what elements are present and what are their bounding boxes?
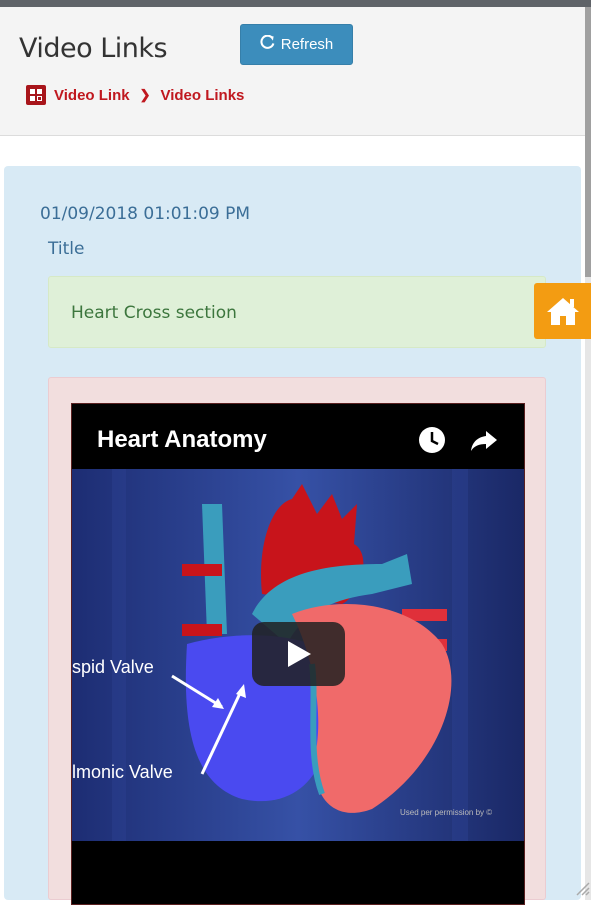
breadcrumb-item-video-links[interactable]: Video Links [160, 87, 244, 104]
breadcrumb-separator: ❯ [139, 87, 151, 102]
page-header: Video Links Refresh Video Link ❯ Video L… [0, 7, 585, 136]
share-icon[interactable] [470, 426, 498, 454]
resize-grip-icon[interactable] [574, 880, 590, 896]
video-player[interactable]: Heart Anatomy spid Valve lmonic Valve Us… [71, 403, 525, 905]
clock-icon[interactable] [418, 426, 446, 454]
home-icon [546, 298, 579, 325]
play-button[interactable] [252, 622, 345, 686]
video-credit: Used per permission by © [400, 808, 493, 817]
video-header-icons [418, 426, 498, 454]
breadcrumb: Video Link ❯ Video Links [26, 85, 244, 105]
video-label-valve-2: lmonic Valve [72, 762, 173, 782]
refresh-button-label: Refresh [280, 36, 334, 53]
title-value: Heart Cross section [71, 303, 237, 323]
home-button[interactable] [534, 283, 591, 339]
page-scrollbar[interactable] [585, 7, 591, 900]
refresh-button[interactable]: Refresh [240, 24, 353, 65]
video-embed-box: Heart Anatomy spid Valve lmonic Valve Us… [48, 377, 546, 905]
title-value-box: Heart Cross section [48, 276, 546, 348]
play-icon [287, 641, 311, 667]
refresh-icon [260, 34, 275, 54]
entry-timestamp: 01/09/2018 01:01:09 PM [40, 204, 251, 224]
scrollbar-thumb[interactable] [585, 7, 591, 277]
page-title: Video Links [19, 33, 168, 64]
video-title: Heart Anatomy [97, 426, 267, 453]
window-top-bar [0, 0, 591, 7]
title-label: Title [48, 239, 85, 259]
breadcrumb-item-video-link[interactable]: Video Link [54, 87, 130, 104]
video-label-valve-1: spid Valve [72, 657, 154, 677]
video-link-icon [26, 85, 46, 105]
